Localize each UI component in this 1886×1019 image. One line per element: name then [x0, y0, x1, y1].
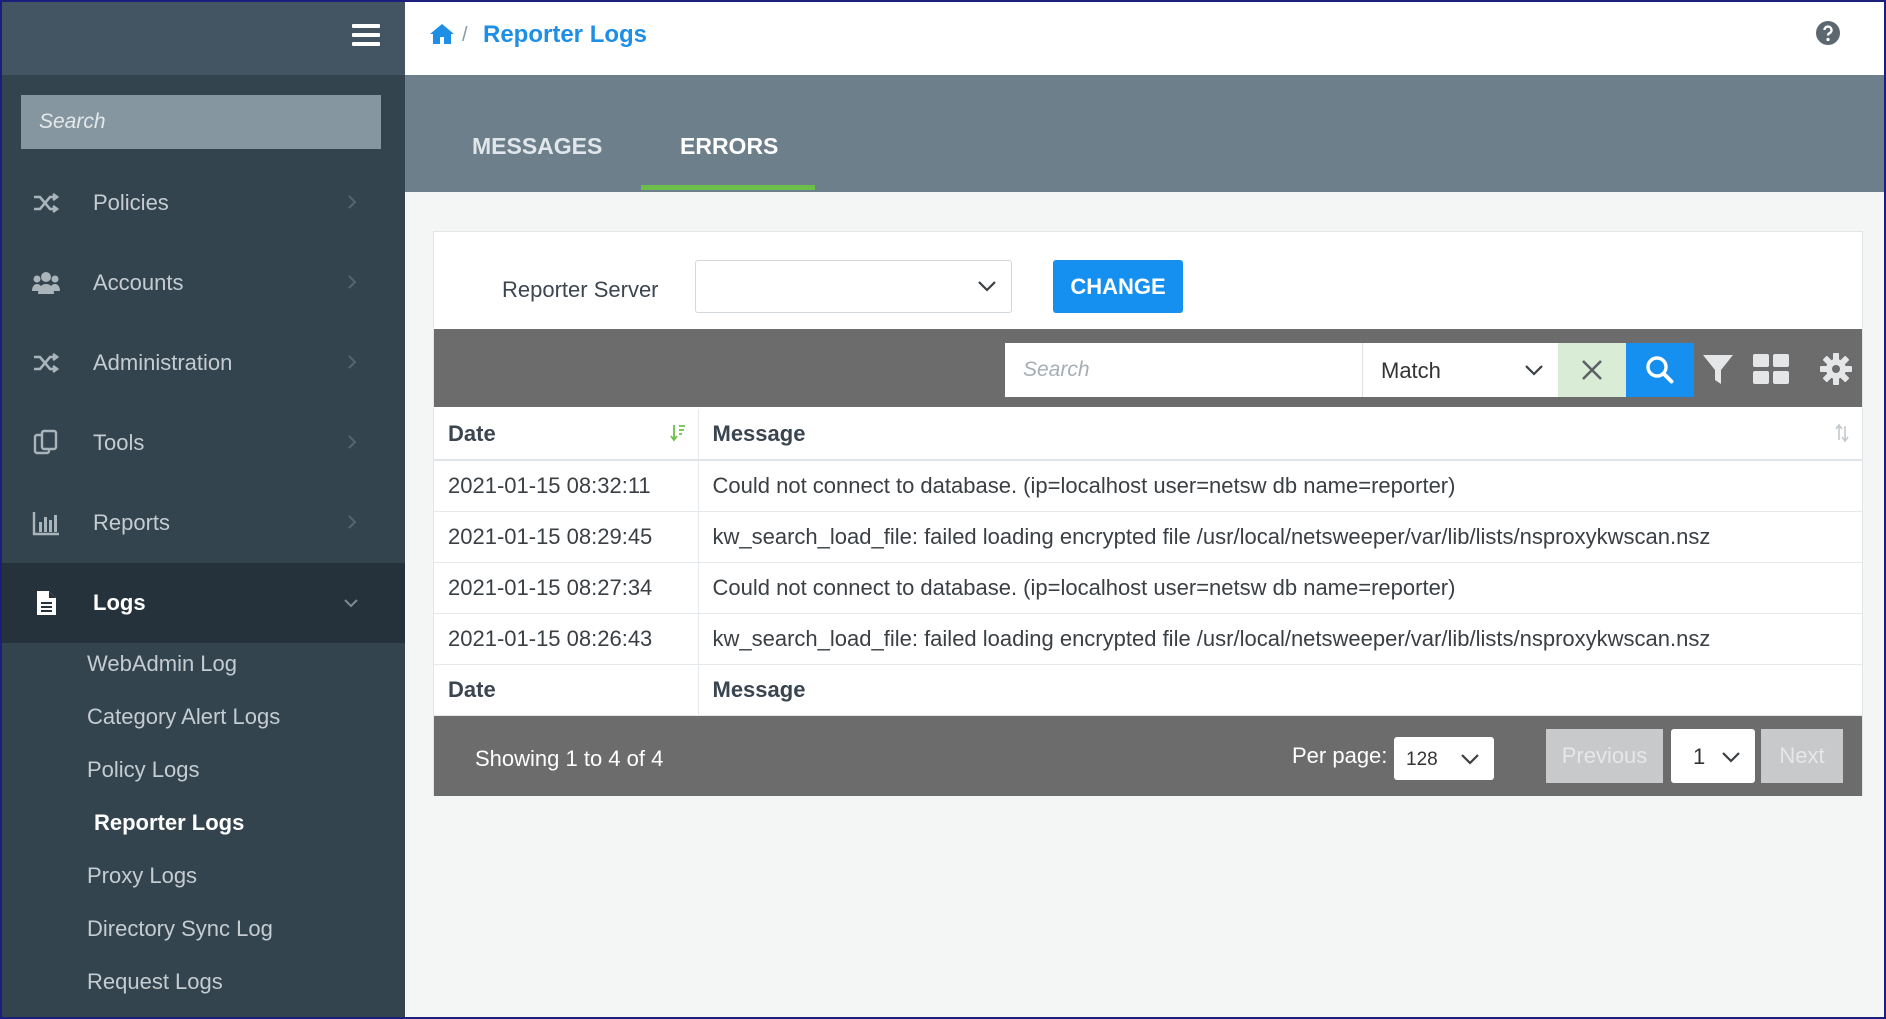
sidebar-item-label: Tools — [93, 430, 145, 455]
cell-date: 2021-01-15 08:29:45 — [434, 511, 699, 563]
sidebar-subitem-request-logs[interactable]: Request Logs — [2, 961, 405, 1014]
sidebar-item-logs[interactable]: Logs — [2, 563, 405, 643]
next-page-button[interactable]: Next — [1761, 729, 1843, 783]
showing-count: Showing 1 to 4 of 4 — [475, 746, 664, 771]
chevron-right-icon — [348, 355, 357, 369]
per-page-label: Per page: — [1292, 743, 1388, 768]
match-mode-value: Match — [1381, 358, 1441, 383]
column-footer-date: Date — [434, 664, 699, 716]
errors-panel: Reporter Server CHANGE Match — [433, 231, 1863, 796]
sidebar-subitem-category-alert-logs[interactable]: Category Alert Logs — [2, 696, 405, 749]
cell-message: kw_search_load_file: failed loading encr… — [698, 511, 1862, 563]
sidebar-item-label: Administration — [93, 350, 233, 375]
shuffle-icon — [34, 192, 60, 214]
sidebar-search-input[interactable] — [21, 95, 381, 149]
sidebar-subitem-directory-sync-log[interactable]: Directory Sync Log — [2, 908, 405, 961]
table-toolbar: Match — [434, 329, 1862, 407]
column-header-label: Date — [448, 421, 496, 446]
sidebar-item-policies[interactable]: Policies — [2, 163, 405, 243]
cell-date: 2021-01-15 08:32:11 — [434, 460, 699, 512]
sidebar-item-reports[interactable]: Reports — [2, 483, 405, 563]
search-button[interactable] — [1626, 343, 1694, 397]
chevron-down-icon — [1722, 752, 1740, 763]
sidebar-subitem-webadmin-log[interactable]: WebAdmin Log — [2, 643, 405, 696]
help-icon[interactable] — [1815, 20, 1841, 46]
app-window: Policies Accounts Administration — [2, 2, 1884, 1017]
sidebar-subitem-proxy-logs[interactable]: Proxy Logs — [2, 855, 405, 908]
sidebar-item-accounts[interactable]: Accounts — [2, 243, 405, 323]
sort-desc-icon[interactable] — [669, 423, 686, 443]
chevron-down-icon — [1461, 754, 1479, 765]
table-search-input[interactable] — [1005, 343, 1362, 397]
clear-search-button[interactable] — [1558, 343, 1626, 397]
chevron-down-icon — [978, 281, 996, 292]
table-header-row: Date Message — [434, 409, 1862, 461]
users-icon — [32, 272, 60, 294]
reporter-server-label: Reporter Server — [502, 277, 659, 302]
column-footer-message: Message — [698, 664, 1862, 716]
page-number-select[interactable]: 1 — [1671, 729, 1755, 783]
filter-icon[interactable] — [1702, 353, 1734, 387]
chevron-down-icon — [344, 599, 358, 608]
chevron-down-icon — [1525, 365, 1543, 376]
sidebar-item-label: Policies — [93, 190, 169, 215]
match-mode-select[interactable]: Match — [1362, 343, 1558, 397]
cell-message: Could not connect to database. (ip=local… — [698, 460, 1862, 512]
active-tab-indicator — [641, 185, 815, 190]
sidebar-item-administration[interactable]: Administration — [2, 323, 405, 403]
hamburger-menu-icon[interactable] — [352, 24, 380, 46]
table-row[interactable]: 2021-01-15 08:27:34 Could not connect to… — [434, 562, 1862, 614]
gear-icon[interactable] — [1819, 352, 1853, 386]
change-button[interactable]: CHANGE — [1053, 260, 1183, 313]
per-page-select[interactable]: 128 — [1394, 737, 1494, 780]
page-number-value: 1 — [1693, 744, 1706, 769]
reporter-server-select[interactable] — [695, 260, 1012, 313]
sidebar-item-label: Reports — [93, 510, 171, 535]
tab-errors[interactable]: ERRORS — [680, 133, 778, 160]
pagination-bar: Showing 1 to 4 of 4 Per page: 128 Previo… — [434, 716, 1862, 796]
cell-message: kw_search_load_file: failed loading encr… — [698, 613, 1862, 665]
table-row[interactable]: 2021-01-15 08:32:11 Could not connect to… — [434, 460, 1862, 512]
chevron-right-icon — [348, 195, 357, 209]
sort-icon[interactable] — [1834, 423, 1850, 443]
sidebar: Policies Accounts Administration — [2, 2, 405, 1017]
home-icon[interactable] — [429, 22, 455, 46]
sidebar-subitem-reporter-logs[interactable]: Reporter Logs — [2, 802, 405, 855]
document-icon — [37, 591, 56, 615]
close-icon — [1582, 360, 1602, 380]
sidebar-subnav-logs: WebAdmin Log Category Alert Logs Policy … — [2, 643, 405, 1014]
breadcrumb-separator: / — [462, 24, 468, 46]
cell-message: Could not connect to database. (ip=local… — [698, 562, 1862, 614]
breadcrumb: / Reporter Logs — [405, 2, 1884, 75]
grid-view-icon[interactable] — [1752, 353, 1790, 385]
chevron-right-icon — [348, 275, 357, 289]
sidebar-header — [2, 2, 405, 75]
page-title: Reporter Logs — [483, 21, 648, 48]
sidebar-item-tools[interactable]: Tools — [2, 403, 405, 483]
column-header-label: Message — [712, 421, 806, 446]
column-header-date[interactable]: Date — [434, 409, 699, 461]
tab-messages[interactable]: MESSAGES — [472, 133, 602, 160]
search-icon — [1646, 356, 1674, 384]
chevron-right-icon — [348, 515, 357, 529]
sidebar-item-label: Logs — [93, 590, 146, 615]
bar-chart-icon — [32, 512, 59, 536]
tab-bar: MESSAGES ERRORS — [405, 75, 1884, 192]
column-header-message[interactable]: Message — [698, 409, 1862, 461]
sidebar-subitem-policy-logs[interactable]: Policy Logs — [2, 749, 405, 802]
table-footer-row: Date Message — [434, 664, 1862, 716]
shuffle-icon — [34, 352, 60, 374]
per-page-value: 128 — [1406, 749, 1438, 770]
table-row[interactable]: 2021-01-15 08:29:45 kw_search_load_file:… — [434, 511, 1862, 563]
error-log-table: Date Message 2021-01-15 08:32:11 Could n… — [434, 409, 1862, 716]
sidebar-item-label: Accounts — [93, 270, 184, 295]
cell-date: 2021-01-15 08:26:43 — [434, 613, 699, 665]
chevron-right-icon — [348, 435, 357, 449]
clipboard-icon — [33, 429, 58, 455]
sidebar-nav: Policies Accounts Administration Tools R… — [2, 163, 405, 643]
cell-date: 2021-01-15 08:27:34 — [434, 562, 699, 614]
table-row[interactable]: 2021-01-15 08:26:43 kw_search_load_file:… — [434, 613, 1862, 665]
previous-page-button[interactable]: Previous — [1546, 729, 1663, 783]
